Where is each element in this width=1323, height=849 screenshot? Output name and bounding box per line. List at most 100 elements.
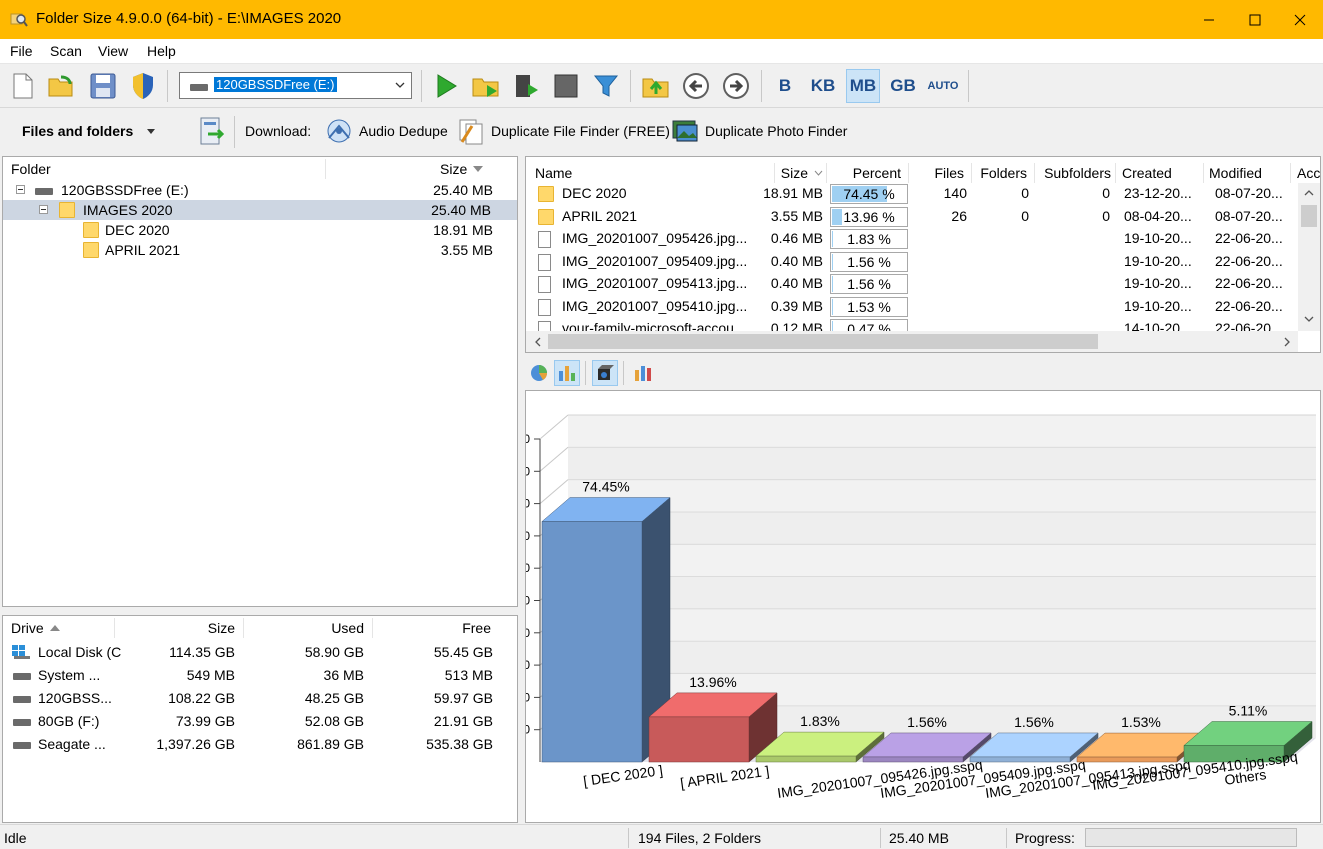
open-button[interactable] xyxy=(45,69,79,103)
bar-chart-button[interactable] xyxy=(554,360,580,386)
percent-bar: 1.56 % xyxy=(830,251,908,272)
caret-down-icon xyxy=(147,128,156,134)
file-row[interactable]: APRIL 2021 3.55 MB 26 0 0 08-04-20... 08-07-20… xyxy=(526,206,1298,229)
percent-bar: 0.47 % xyxy=(830,319,908,331)
file-size: 18.91 MB xyxy=(763,185,823,201)
files-header-created[interactable]: Created xyxy=(1122,161,1172,185)
files-header-subfolders[interactable]: Subfolders xyxy=(1035,161,1111,185)
drive-select-value: 120GBSSDFree (E:) xyxy=(213,76,338,93)
filter-button[interactable] xyxy=(589,69,623,103)
scroll-thumb[interactable] xyxy=(548,334,1098,349)
file-row[interactable]: DEC 2020 18.91 MB 140 0 0 23-12-20... 08-07-20… xyxy=(526,183,1298,206)
drive-select[interactable]: 120GBSSDFree (E:) xyxy=(179,72,412,99)
scroll-thumb[interactable] xyxy=(1301,205,1317,227)
unit-auto-button[interactable]: AUTO xyxy=(926,69,960,103)
save-button[interactable] xyxy=(86,69,120,103)
duplicate-photo-finder-link[interactable]: Duplicate Photo Finder xyxy=(670,108,847,154)
stop-scan-button[interactable] xyxy=(509,69,543,103)
menu-scan[interactable]: Scan xyxy=(50,43,82,59)
unit-gb-button[interactable]: GB xyxy=(886,69,920,103)
files-header-modified[interactable]: Modified xyxy=(1209,161,1262,185)
tree-row-selected[interactable]: IMAGES 2020 25.40 MB xyxy=(3,200,517,220)
files-header-name[interactable]: Name xyxy=(535,161,572,185)
file-row[interactable]: your-family-microsoft-accou... 0.12 MB 14-… xyxy=(526,318,1298,331)
tree-header-size[interactable]: Size xyxy=(440,157,484,181)
tree-row[interactable]: DEC 2020 18.91 MB xyxy=(3,220,517,240)
drive-icon xyxy=(13,673,31,680)
admin-button[interactable] xyxy=(126,69,160,103)
status-counts: 194 Files, 2 Folders xyxy=(638,830,761,846)
drive-row[interactable]: Seagate ... 1,397.26 GB 861.89 GB 535.38… xyxy=(3,733,517,756)
drive-row[interactable]: 120GBSS... 108.22 GB 48.25 GB 59.97 GB xyxy=(3,687,517,710)
drives-header-size[interactable]: Size xyxy=(115,616,235,640)
file-size: 0.40 MB xyxy=(770,275,823,291)
files-header-folders[interactable]: Folders xyxy=(972,161,1027,185)
main-toolbar: 120GBSSDFree (E:) B KB MB GB AUTO xyxy=(0,64,1323,108)
chart-options-button[interactable] xyxy=(630,360,656,386)
files-header-accessed[interactable]: Acc xyxy=(1297,161,1320,185)
percent-bar: 13.96 % xyxy=(830,206,908,227)
files-header-files[interactable]: Files xyxy=(909,161,964,185)
export-button[interactable] xyxy=(196,108,226,154)
unit-kb-button[interactable]: KB xyxy=(806,69,840,103)
file-row[interactable]: IMG_20201007_095426.jpg... 0.46 MB 19-10-2… xyxy=(526,228,1298,251)
tree-row[interactable]: 120GBSSDFree (E:) 25.40 MB xyxy=(3,180,517,200)
percent-text: 1.53 % xyxy=(847,298,891,315)
menu-view[interactable]: View xyxy=(98,43,128,59)
file-created: 23-12-20... xyxy=(1124,185,1192,201)
menu-file[interactable]: File xyxy=(10,43,33,59)
unit-b-button[interactable]: B xyxy=(768,69,802,103)
audio-dedupe-link[interactable]: Audio Dedupe xyxy=(324,108,448,154)
menu-help[interactable]: Help xyxy=(147,43,176,59)
chart-gridline xyxy=(539,414,569,440)
new-button[interactable] xyxy=(6,69,40,103)
3d-view-button[interactable] xyxy=(592,360,618,386)
file-subfolders: 0 xyxy=(1102,207,1110,224)
file-row[interactable]: IMG_20201007_095410.jpg... 0.39 MB 19-10-2… xyxy=(526,296,1298,319)
back-icon xyxy=(683,73,709,99)
drive-free: 513 MB xyxy=(444,667,493,683)
unit-mb-button[interactable]: MB xyxy=(846,69,880,103)
tree-row[interactable]: APRIL 2021 3.55 MB xyxy=(3,240,517,260)
scan-folder-button[interactable] xyxy=(469,69,503,103)
files-header-percent[interactable]: Percent xyxy=(827,161,901,185)
file-modified: 22-06-20... xyxy=(1215,230,1283,246)
drives-header-drive-label: Drive xyxy=(11,620,44,636)
up-folder-button[interactable] xyxy=(639,69,673,103)
scan-icon xyxy=(437,74,457,98)
drive-name: 120GBSS... xyxy=(38,690,112,706)
file-row[interactable]: IMG_20201007_095413.jpg... 0.40 MB 19-10-2… xyxy=(526,273,1298,296)
minimize-button[interactable] xyxy=(1186,0,1232,39)
scan-button[interactable] xyxy=(429,69,463,103)
drive-row[interactable]: Local Disk (C 114.35 GB 58.90 GB 55.45 G… xyxy=(3,641,517,664)
file-modified: 22-06-20... xyxy=(1215,252,1283,269)
tree-header-folder[interactable]: Folder xyxy=(11,157,51,181)
file-modified: 22-06-20... xyxy=(1215,297,1283,314)
vertical-scrollbar[interactable] xyxy=(1298,183,1320,331)
file-icon xyxy=(538,231,551,248)
drive-icon xyxy=(190,84,208,91)
drive-icon xyxy=(13,719,31,726)
duplicate-file-finder-link[interactable]: Duplicate File Finder (FREE) xyxy=(456,108,670,154)
view-mode-dropdown[interactable]: Files and folders xyxy=(22,108,156,154)
drives-header-free[interactable]: Free xyxy=(373,616,491,640)
drives-header-used[interactable]: Used xyxy=(244,616,364,640)
file-name: your-family-microsoft-accou... xyxy=(562,320,746,331)
download-label: Download: xyxy=(245,123,312,139)
horizontal-scrollbar[interactable] xyxy=(526,331,1298,352)
drive-row[interactable]: 80GB (F:) 73.99 GB 52.08 GB 21.91 GB xyxy=(3,710,517,733)
stop-button[interactable] xyxy=(549,69,583,103)
drives-header-drive[interactable]: Drive xyxy=(11,616,60,640)
up-folder-icon xyxy=(642,78,669,98)
files-header-size[interactable]: Size xyxy=(775,161,823,185)
forward-button[interactable] xyxy=(719,69,753,103)
back-button[interactable] xyxy=(679,69,713,103)
maximize-button[interactable] xyxy=(1232,0,1278,39)
duplicate-photo-icon xyxy=(672,120,698,142)
close-button[interactable] xyxy=(1277,0,1323,39)
file-modified: 22-06-20... xyxy=(1215,320,1283,331)
file-row[interactable]: IMG_20201007_095409.jpg... 0.40 MB 19-10-2… xyxy=(526,251,1298,274)
pie-chart-button[interactable] xyxy=(526,360,552,386)
file-size: 3.55 MB xyxy=(770,207,823,224)
drive-row[interactable]: System ... 549 MB 36 MB 513 MB xyxy=(3,664,517,687)
